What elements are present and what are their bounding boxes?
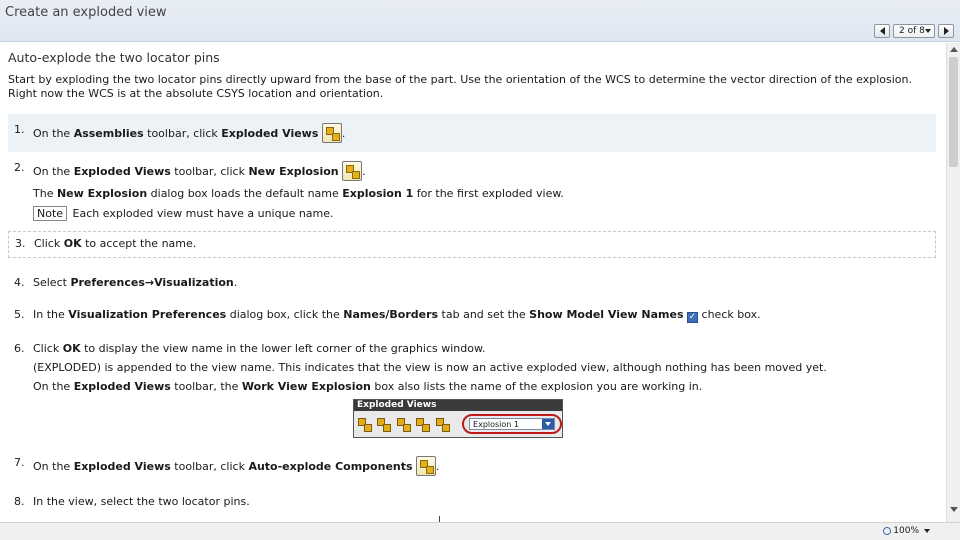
status-bar: 100% bbox=[0, 522, 960, 540]
step-number: 3. bbox=[15, 237, 26, 250]
text: On the bbox=[33, 165, 74, 178]
scroll-thumb[interactable] bbox=[949, 57, 958, 167]
step-6-detail: (EXPLODED) is appended to the view name.… bbox=[33, 361, 827, 374]
text: tab and set the bbox=[438, 308, 530, 321]
text: The bbox=[33, 187, 57, 200]
text: Select bbox=[33, 276, 71, 289]
ui-term: New Explosion bbox=[56, 187, 148, 200]
unexplode-icon bbox=[415, 416, 431, 432]
note-text: Each exploded view must have a unique na… bbox=[69, 207, 334, 220]
window-title: Create an exploded view bbox=[5, 5, 167, 20]
text: toolbar, the bbox=[170, 380, 242, 393]
step-number: 8. bbox=[14, 495, 25, 508]
ui-term: Exploded Views bbox=[73, 460, 171, 473]
note-label: Note bbox=[33, 206, 68, 221]
previous-page-button[interactable] bbox=[874, 24, 890, 38]
ui-term: OK bbox=[63, 237, 82, 250]
edit-explosion-icon bbox=[376, 416, 392, 432]
text: . bbox=[362, 165, 366, 178]
next-page-button[interactable] bbox=[938, 24, 954, 38]
scroll-down-icon[interactable] bbox=[950, 507, 958, 512]
step-1: 1. On the Assemblies toolbar, click Expl… bbox=[8, 114, 936, 152]
text: Click bbox=[34, 237, 64, 250]
text: box also lists the name of the explosion… bbox=[370, 380, 703, 393]
step-4: 4. Select Preferences→Visualization. bbox=[8, 276, 936, 289]
arrow-left-icon bbox=[879, 27, 885, 35]
checkbox-checked-icon: ✓ bbox=[687, 312, 699, 323]
scroll-up-icon[interactable] bbox=[950, 47, 958, 52]
text: In the view, select the two locator pins… bbox=[33, 495, 250, 508]
ui-term: Work View Explosion bbox=[241, 380, 371, 393]
work-view-explosion-box: Explosion 1 bbox=[469, 418, 556, 430]
text: . bbox=[341, 127, 346, 140]
ui-term: Exploded Views bbox=[221, 127, 319, 140]
text: dialog box loads the default name bbox=[147, 187, 343, 200]
step-number: 6. bbox=[14, 342, 25, 355]
text: toolbar, click bbox=[143, 127, 222, 140]
ui-term: Explosion 1 bbox=[342, 187, 414, 200]
text: . bbox=[436, 460, 440, 473]
text: On the bbox=[33, 460, 74, 473]
text: toolbar, click bbox=[170, 165, 249, 178]
new-explosion-icon bbox=[357, 416, 373, 432]
step-8: 8. In the view, select the two locator p… bbox=[8, 495, 936, 508]
ui-term: Preferences→Visualization bbox=[70, 276, 234, 289]
step-5: 5. In the Visualization Preferences dial… bbox=[8, 308, 936, 323]
ui-term: Assemblies bbox=[73, 127, 144, 140]
step-number: 2. bbox=[14, 161, 25, 174]
vertical-scrollbar[interactable] bbox=[946, 43, 960, 522]
title-bar: Create an exploded view 2 of 8 bbox=[0, 0, 960, 42]
intro-text: Start by exploding the two locator pins … bbox=[8, 73, 913, 100]
step-number: 7. bbox=[14, 456, 25, 469]
auto-explode-components-icon bbox=[416, 456, 437, 476]
ui-term: Exploded Views bbox=[73, 165, 171, 178]
text: On the bbox=[33, 380, 74, 393]
chevron-down-icon bbox=[925, 29, 931, 33]
text: toolbar, click bbox=[170, 460, 249, 473]
exploded-views-icon bbox=[321, 123, 342, 143]
new-explosion-icon bbox=[342, 161, 363, 181]
step-number: 4. bbox=[14, 276, 25, 289]
ui-term: Auto-explode Components bbox=[248, 460, 413, 473]
ui-term: Names/Borders bbox=[343, 308, 439, 321]
ui-term: New Explosion bbox=[248, 165, 339, 178]
step-2: 2. On the Exploded Views toolbar, click … bbox=[8, 161, 936, 221]
delete-explosion-icon bbox=[435, 416, 451, 432]
text: check box. bbox=[698, 308, 761, 321]
text: dialog box, click the bbox=[226, 308, 344, 321]
page-select[interactable]: 2 of 8 bbox=[893, 24, 935, 38]
chevron-down-icon bbox=[542, 419, 555, 429]
ui-term: Show Model View Names bbox=[529, 308, 684, 321]
text: In the bbox=[33, 308, 69, 321]
chevron-down-icon bbox=[924, 529, 930, 533]
toolbar-title: Exploded Views bbox=[354, 400, 562, 411]
zoom-control[interactable]: 100% bbox=[883, 526, 930, 536]
ui-term: Visualization Preferences bbox=[68, 308, 227, 321]
ui-term: OK bbox=[62, 342, 81, 355]
section-heading: Auto-explode the two locator pins bbox=[8, 50, 220, 65]
step-6: 6. Click OK to display the view name in … bbox=[8, 342, 936, 393]
pager: 2 of 8 bbox=[874, 24, 954, 38]
page-select-value: 2 of 8 bbox=[899, 26, 925, 36]
ui-term: Exploded Views bbox=[73, 380, 171, 393]
text: for the first exploded view. bbox=[413, 187, 564, 200]
content-area: Auto-explode the two locator pins Start … bbox=[0, 43, 946, 522]
text: . bbox=[233, 276, 238, 289]
arrow-right-icon bbox=[943, 27, 949, 35]
text: Click bbox=[33, 342, 63, 355]
text: to accept the name. bbox=[81, 237, 197, 250]
text: to display the view name in the lower le… bbox=[80, 342, 486, 355]
text: On the bbox=[33, 127, 74, 140]
work-view-explosion-highlight: Explosion 1 bbox=[462, 414, 563, 434]
step-7: 7. On the Exploded Views toolbar, click … bbox=[8, 456, 936, 476]
combo-value: Explosion 1 bbox=[473, 419, 520, 429]
zoom-level: 100% bbox=[893, 526, 919, 536]
step-number: 1. bbox=[14, 123, 25, 136]
zoom-icon bbox=[883, 527, 892, 535]
auto-explode-icon bbox=[396, 416, 412, 432]
step-3: 3. Click OK to accept the name. bbox=[8, 231, 936, 258]
exploded-views-toolbar-image: Exploded Views Explosion 1 bbox=[353, 399, 563, 438]
step-number: 5. bbox=[14, 308, 25, 321]
